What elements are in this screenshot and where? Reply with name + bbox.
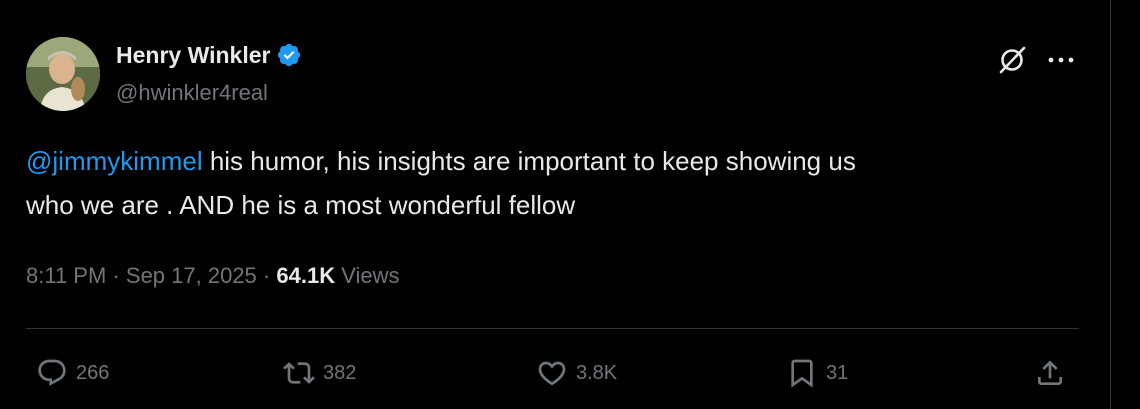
- views-count[interactable]: 64.1K: [276, 263, 335, 288]
- reply-icon: [38, 359, 66, 386]
- meta-separator: ·: [112, 263, 120, 288]
- author-name-row[interactable]: Henry Winkler: [116, 40, 302, 70]
- tweet-text-line2: who we are . AND he is a most wonderful …: [26, 190, 576, 220]
- avatar-image: [26, 37, 100, 111]
- tweet-time[interactable]: 8:11 PM: [26, 263, 106, 288]
- author-handle[interactable]: @hwinkler4real: [116, 78, 268, 108]
- more-button[interactable]: [1046, 50, 1076, 70]
- grok-button[interactable]: [996, 44, 1028, 76]
- like-button[interactable]: 3.8K: [536, 355, 617, 391]
- column-border: [1110, 0, 1111, 409]
- bookmark-button[interactable]: 31: [786, 355, 848, 391]
- tweet-date[interactable]: Sep 17, 2025: [126, 263, 257, 288]
- mention-link[interactable]: @jimmykimmel: [26, 146, 203, 176]
- bookmark-icon: [791, 359, 813, 388]
- repost-button[interactable]: 382: [283, 355, 356, 391]
- tweet-meta: 8:11 PM · Sep 17, 2025 · 64.1K Views: [26, 259, 400, 293]
- meta-separator: ·: [262, 263, 271, 288]
- bookmark-count: 31: [826, 361, 849, 384]
- tweet-text-line1: his humor, his insights are important to…: [202, 146, 856, 176]
- share-button[interactable]: [1034, 355, 1066, 391]
- repost-icon: [283, 362, 315, 384]
- tweet-text: @jimmykimmel his humor, his insights are…: [26, 139, 1086, 227]
- repost-count: 382: [323, 361, 357, 384]
- views-label: Views: [341, 263, 400, 288]
- avatar[interactable]: [26, 37, 100, 111]
- verified-badge-icon[interactable]: [276, 42, 302, 68]
- divider: [26, 328, 1079, 329]
- share-icon: [1038, 360, 1062, 385]
- author-name[interactable]: Henry Winkler: [116, 40, 270, 70]
- more-icon: [1048, 57, 1074, 63]
- like-icon: [538, 361, 566, 386]
- reply-button[interactable]: 266: [36, 355, 109, 391]
- like-count: 3.8K: [576, 361, 618, 384]
- reply-count: 266: [76, 361, 110, 384]
- grok-icon: [999, 46, 1026, 74]
